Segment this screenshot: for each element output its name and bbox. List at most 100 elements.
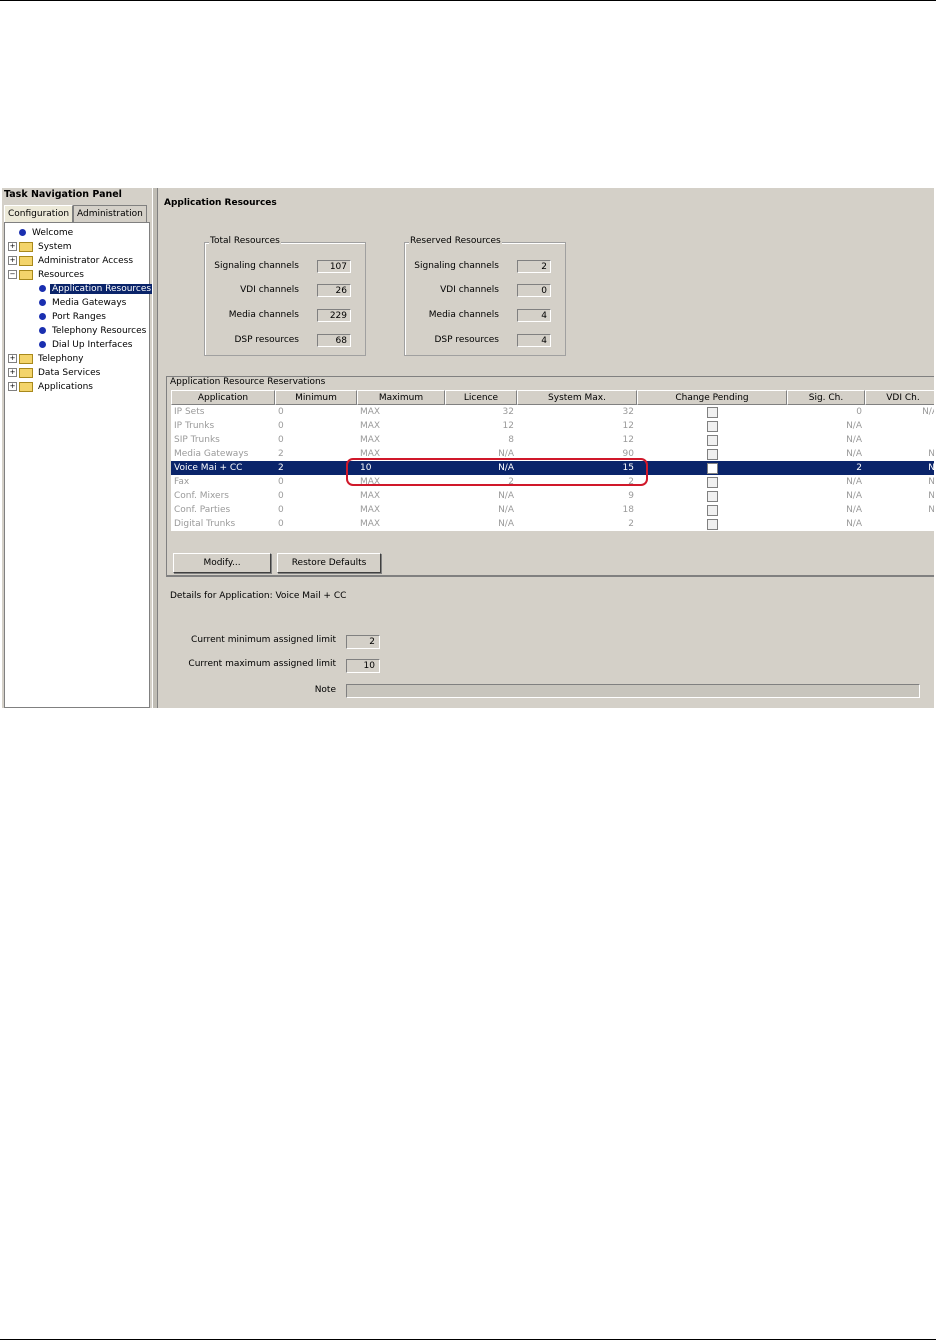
reserved-vdi-value: 0 (517, 284, 551, 297)
table-cell: 0 (278, 477, 284, 487)
table-cell: Conf. Mixers (174, 491, 229, 501)
change-pending-checkbox[interactable] (707, 407, 718, 418)
reserved-vdi-row: VDI channels 0 (405, 284, 565, 298)
details-title: Details for Application: Voice Mail + CC (170, 591, 347, 601)
reserved-signaling-row: Signaling channels 2 (405, 260, 565, 274)
tree-item-port-ranges[interactable]: Port Ranges (39, 311, 108, 323)
field-label: Media channels (428, 310, 499, 320)
table-row[interactable]: SIP Trunks 0 MAX 8 12 N/A (171, 433, 934, 447)
table-cell: 0 (278, 491, 284, 501)
table-cell: N/A (846, 505, 862, 515)
tree-item-telephony-resources[interactable]: Telephony Resources (39, 325, 148, 337)
table-cell: 0 (278, 505, 284, 515)
reservations-title: Application Resource Reservations (170, 377, 326, 387)
column-header-application[interactable]: Application (171, 390, 275, 405)
total-dsp-value: 68 (317, 334, 351, 347)
tab-administration[interactable]: Administration (73, 205, 147, 222)
tree-item-welcome[interactable]: Welcome (19, 227, 75, 239)
column-header-licence[interactable]: Licence (445, 390, 517, 405)
table-cell: MAX (360, 407, 381, 417)
table-cell: 0 (278, 519, 284, 529)
table-cell: N/ (928, 477, 934, 487)
table-cell: 0 (278, 421, 284, 431)
table-cell: IP Sets (174, 407, 205, 417)
expand-icon[interactable]: + (8, 242, 17, 251)
table-cell: N/A (498, 505, 514, 515)
change-pending-checkbox[interactable] (707, 463, 718, 474)
field-label: VDI channels (240, 285, 299, 295)
node-dot-icon (19, 229, 26, 236)
table-cell (865, 517, 934, 531)
field-label: Media channels (228, 310, 299, 320)
change-pending-checkbox[interactable] (707, 435, 718, 446)
change-pending-checkbox[interactable] (707, 491, 718, 502)
modify-button[interactable]: Modify... (173, 553, 271, 573)
max-limit-label: Current maximum assigned limit (188, 659, 336, 669)
main-content: Application Resources Total Resources Si… (158, 188, 934, 708)
node-dot-icon (39, 313, 46, 320)
table-cell: MAX (360, 491, 381, 501)
change-pending-checkbox[interactable] (707, 449, 718, 460)
tree-item-administrator-access[interactable]: + Administrator Access (8, 255, 135, 267)
column-header-maximum[interactable]: Maximum (357, 390, 445, 405)
change-pending-checkbox[interactable] (707, 421, 718, 432)
change-pending-checkbox[interactable] (707, 519, 718, 530)
change-pending-checkbox[interactable] (707, 505, 718, 516)
max-limit-value: 10 (346, 659, 380, 673)
restore-defaults-button[interactable]: Restore Defaults (277, 553, 381, 573)
total-media-row: Media channels 229 (205, 309, 365, 323)
tree-item-resources[interactable]: − Resources (8, 269, 86, 281)
table-cell: N/A (498, 519, 514, 529)
tree-item-data-services[interactable]: + Data Services (8, 367, 102, 379)
table-row[interactable]: Conf. Mixers 0 MAX N/A 9 N/A N/ (171, 489, 934, 503)
expand-icon[interactable]: + (8, 256, 17, 265)
total-resources-group: Total Resources Signaling channels 107 V… (204, 236, 366, 356)
tree-item-system[interactable]: + System (8, 241, 74, 253)
total-media-value: 229 (317, 309, 351, 322)
expand-icon[interactable]: + (8, 368, 17, 377)
table-cell: N/A (498, 491, 514, 501)
table-cell: N/ (928, 449, 934, 459)
tree-item-dial-up-interfaces[interactable]: Dial Up Interfaces (39, 339, 134, 351)
table-cell: 9 (628, 491, 634, 501)
column-header-vdi-ch[interactable]: VDI Ch. (865, 390, 934, 405)
table-cell: MAX (360, 519, 381, 529)
table-cell: N/ (928, 491, 934, 501)
reserved-media-row: Media channels 4 (405, 309, 565, 323)
table-cell: 0 (278, 435, 284, 445)
tree-item-telephony[interactable]: + Telephony (8, 353, 86, 365)
total-resources-title: Total Resources (209, 236, 281, 246)
total-dsp-row: DSP resources 68 (205, 334, 365, 348)
tree-item-media-gateways[interactable]: Media Gateways (39, 297, 128, 309)
table-cell: N/A (846, 421, 862, 431)
note-field[interactable] (346, 684, 920, 698)
table-cell: Digital Trunks (174, 519, 236, 529)
table-cell: MAX (360, 435, 381, 445)
table-row[interactable]: Conf. Parties 0 MAX N/A 18 N/A N/ (171, 503, 934, 517)
column-header-change-pending[interactable]: Change Pending (637, 390, 787, 405)
expand-icon[interactable]: + (8, 354, 17, 363)
table-cell: 2 (628, 519, 634, 529)
collapse-icon[interactable]: − (8, 270, 17, 279)
page-bottom-rule (0, 1339, 936, 1340)
table-cell: N/ (928, 505, 934, 515)
min-limit-row: Current minimum assigned limit (166, 634, 336, 648)
tree-item-application-resources[interactable]: Application Resources (39, 283, 154, 295)
note-label: Note (314, 685, 336, 695)
column-header-minimum[interactable]: Minimum (275, 390, 357, 405)
node-dot-icon (39, 341, 46, 348)
tree-item-applications[interactable]: + Applications (8, 381, 95, 393)
expand-icon[interactable]: + (8, 382, 17, 391)
table-row[interactable]: IP Trunks 0 MAX 12 12 N/A (171, 419, 934, 433)
folder-icon (19, 381, 33, 392)
folder-icon (19, 255, 33, 266)
table-cell: 2 (278, 449, 284, 459)
table-cell: Fax (174, 477, 190, 487)
tab-configuration[interactable]: Configuration (4, 205, 74, 222)
field-label: Signaling channels (414, 261, 499, 271)
column-header-sig-ch[interactable]: Sig. Ch. (787, 390, 865, 405)
table-row[interactable]: Digital Trunks 0 MAX N/A 2 N/A (171, 517, 934, 531)
table-row[interactable]: IP Sets 0 MAX 32 32 0 N/A (171, 405, 934, 419)
column-header-system-max[interactable]: System Max. (517, 390, 637, 405)
change-pending-checkbox[interactable] (707, 477, 718, 488)
